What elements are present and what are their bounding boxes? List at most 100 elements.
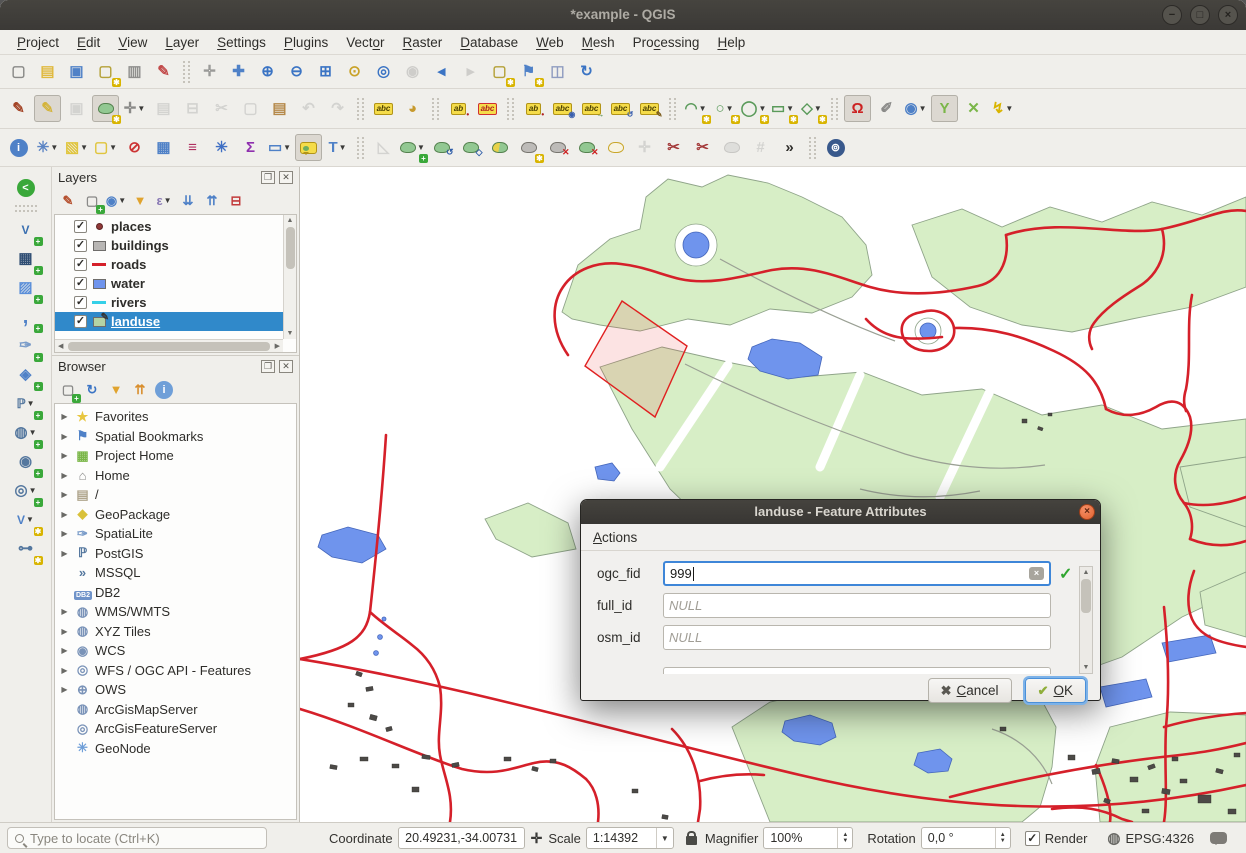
- expand-arrow-icon[interactable]: ▶: [59, 685, 70, 694]
- text-annotation-icon[interactable]: T▼: [324, 134, 351, 161]
- run-feature-action-icon[interactable]: ✳▼: [34, 134, 61, 161]
- zoom-full-icon[interactable]: ⊞: [312, 58, 339, 85]
- browser-item-favorites[interactable]: ▶★Favorites: [55, 407, 296, 427]
- browser-item-home[interactable]: ▶⌂Home: [55, 466, 296, 486]
- add-virtual-layer-icon[interactable]: ◈+: [11, 360, 41, 389]
- zoom-out-icon[interactable]: ⊖: [283, 58, 310, 85]
- browser-item-arcgisfeatureserver[interactable]: ◎ArcGisFeatureServer: [55, 719, 296, 739]
- split-features-icon[interactable]: ✂: [660, 134, 687, 161]
- layer-checkbox-roads[interactable]: ✓: [74, 258, 87, 271]
- layer-checkbox-places[interactable]: ✓: [74, 220, 87, 233]
- filter-legend-icon[interactable]: ▼: [129, 190, 151, 212]
- spin-arrows-icon[interactable]: ▲▼: [837, 828, 852, 848]
- maximize-button[interactable]: □: [1190, 5, 1210, 25]
- expand-arrow-icon[interactable]: ▶: [59, 666, 70, 675]
- delete-ring-icon[interactable]: ✕: [544, 134, 571, 161]
- snapping-self-icon[interactable]: ✕: [960, 95, 987, 122]
- remove-layer-icon[interactable]: ⊟: [225, 190, 247, 212]
- paste-features-icon[interactable]: ▤: [266, 95, 293, 122]
- collapse-all-browser-icon[interactable]: ⇈: [129, 379, 151, 401]
- layers-horizontal-scrollbar[interactable]: ◀▶: [55, 339, 283, 352]
- fill-ring-icon[interactable]: [486, 134, 513, 161]
- show-hide-labels-icon[interactable]: abc◉: [549, 95, 576, 122]
- menu-processing[interactable]: Processing: [624, 30, 709, 55]
- browser-item-arcgismapserver[interactable]: ◍ArcGisMapServer: [55, 700, 296, 720]
- menu-web[interactable]: Web: [527, 30, 573, 55]
- full-id-input[interactable]: NULL: [663, 593, 1051, 618]
- add-regular-polygon-icon[interactable]: ◇✱▼: [798, 95, 825, 122]
- layer-labeling-options-icon[interactable]: abc: [370, 95, 397, 122]
- browser-item-project-home[interactable]: ▶▦Project Home: [55, 446, 296, 466]
- add-spatialite-layer-icon[interactable]: ✑+: [11, 331, 41, 360]
- expand-arrow-icon[interactable]: ▶: [59, 529, 70, 538]
- expand-arrow-icon[interactable]: ▶: [59, 471, 70, 480]
- add-wfs-layer-icon[interactable]: ◎+▼: [11, 476, 41, 505]
- layer-checkbox-buildings[interactable]: ✓: [74, 239, 87, 252]
- change-label-properties-icon[interactable]: abc✎: [636, 95, 663, 122]
- show-spatial-bookmarks-icon[interactable]: ⚑✱: [515, 58, 542, 85]
- expand-arrow-icon[interactable]: ▶: [59, 451, 70, 460]
- browser-item-xyz-tiles[interactable]: ▶◍XYZ Tiles: [55, 622, 296, 642]
- simplify-feature-icon[interactable]: ◇: [457, 134, 484, 161]
- browser-item-postgis[interactable]: ▶ℙPostGIS: [55, 544, 296, 564]
- deselect-features-icon[interactable]: ⊘: [121, 134, 148, 161]
- show-layout-manager-icon[interactable]: ▥: [121, 58, 148, 85]
- clear-field-icon[interactable]: ×: [1029, 567, 1044, 580]
- pan-map-icon[interactable]: ✛: [196, 58, 223, 85]
- vertex-tool-icon[interactable]: ✛▼: [121, 95, 148, 122]
- browser-item-spatialite[interactable]: ▶✑SpatiaLite: [55, 524, 296, 544]
- refresh-map-icon[interactable]: ↻: [573, 58, 600, 85]
- layer-diagram-options-icon[interactable]: ◕: [399, 95, 426, 122]
- new-project-icon[interactable]: ▢: [5, 58, 32, 85]
- layer-checkbox-landuse[interactable]: ✓: [74, 315, 87, 328]
- add-raster-layer-icon[interactable]: ▦+: [11, 244, 41, 273]
- processing-toolbox-icon[interactable]: ✳: [208, 134, 235, 161]
- locate-input[interactable]: Type to locate (Ctrl+K): [7, 827, 267, 849]
- add-circular-string-icon[interactable]: ◠✱▼: [682, 95, 709, 122]
- browser-item-geopackage[interactable]: ▶◆GeoPackage: [55, 505, 296, 525]
- menu-plugins[interactable]: Plugins: [275, 30, 337, 55]
- move-label-icon[interactable]: abc→: [578, 95, 605, 122]
- layer-item-water[interactable]: ✓water: [55, 274, 296, 293]
- metasearch-icon[interactable]: ⊚: [822, 134, 849, 161]
- open-project-icon[interactable]: ▤: [34, 58, 61, 85]
- current-edits-icon[interactable]: ✎: [5, 95, 32, 122]
- expand-arrow-icon[interactable]: ▶: [59, 432, 70, 441]
- expand-all-icon[interactable]: ⇊: [177, 190, 199, 212]
- menu-raster[interactable]: Raster: [394, 30, 452, 55]
- new-gpx-layer-icon[interactable]: ⊶✱: [11, 534, 41, 563]
- add-postgis-layer-icon[interactable]: ℙ+▼: [11, 389, 41, 418]
- dialog-close-icon[interactable]: ×: [1079, 504, 1095, 520]
- lock-scale-icon[interactable]: [686, 836, 697, 845]
- expand-arrow-icon[interactable]: ▶: [59, 412, 70, 421]
- menu-help[interactable]: Help: [708, 30, 754, 55]
- pin-unpin-labels-icon[interactable]: ab•: [445, 95, 472, 122]
- add-group-icon[interactable]: ▢+: [81, 190, 103, 212]
- split-parts-icon[interactable]: ✂: [689, 134, 716, 161]
- layers-panel-close-icon[interactable]: ✕: [279, 171, 293, 184]
- open-layer-styling-panel-icon[interactable]: ✎: [57, 190, 79, 212]
- zoom-in-icon[interactable]: ⊕: [254, 58, 281, 85]
- ok-button[interactable]: ✔OK: [1025, 678, 1086, 703]
- add-mesh-layer-icon[interactable]: ▨+: [11, 273, 41, 302]
- identify-features-icon[interactable]: i: [5, 134, 32, 161]
- add-selected-layers-icon[interactable]: ▢+: [57, 379, 79, 401]
- zoom-to-selection-icon[interactable]: ⊙: [341, 58, 368, 85]
- expand-arrow-icon[interactable]: ▶: [59, 646, 70, 655]
- delete-part-icon[interactable]: ✕: [573, 134, 600, 161]
- menu-vector[interactable]: Vector: [337, 30, 393, 55]
- ogc-fid-input[interactable]: 999×: [663, 561, 1051, 586]
- minimize-button[interactable]: −: [1162, 5, 1182, 25]
- rotation-spinbox[interactable]: 0,0 ° ▲▼: [921, 827, 1011, 849]
- layers-vertical-scrollbar[interactable]: ▲ ▼: [283, 215, 296, 339]
- layer-item-roads[interactable]: ✓roads: [55, 255, 296, 274]
- select-features-by-value-icon[interactable]: ▢▼: [92, 134, 119, 161]
- stream-digitizing-icon[interactable]: ✐: [873, 95, 900, 122]
- browser-item-mssql[interactable]: »MSSQL: [55, 563, 296, 583]
- show-statistical-summary-icon[interactable]: Σ: [237, 134, 264, 161]
- expand-arrow-icon[interactable]: ▶: [59, 510, 70, 519]
- magnifier-spinbox[interactable]: 100% ▲▼: [763, 827, 853, 849]
- add-delimited-text-layer-icon[interactable]: ,+: [11, 302, 41, 331]
- browser-item-spatial-bookmarks[interactable]: ▶⚑Spatial Bookmarks: [55, 427, 296, 447]
- collapse-all-icon[interactable]: ⇈: [201, 190, 223, 212]
